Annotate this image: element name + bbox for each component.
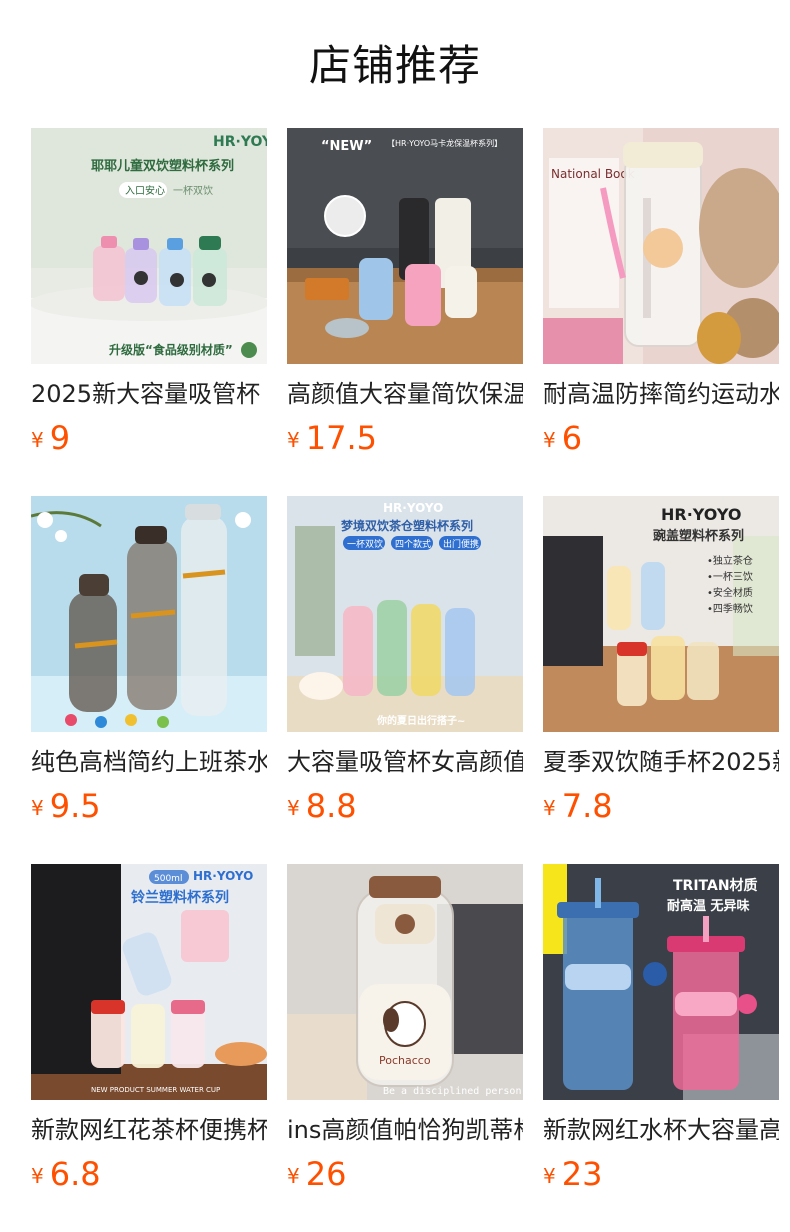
image-headline-text: 梦境双饮茶仓塑料杯系列	[341, 518, 473, 533]
page-title: 店铺推荐	[308, 41, 481, 90]
product-name[interactable]: 夏季双饮随手杯2025新款	[543, 744, 779, 780]
image-tag-text: 四个款式	[395, 538, 431, 550]
image-brand-text: HR·YOYO	[193, 869, 253, 883]
price-value: 6.8	[49, 1155, 101, 1193]
image-brand-text: HR·YOYO	[383, 501, 443, 515]
product-name[interactable]: ins高颜值帕恰狗凯蒂杯子	[287, 1112, 523, 1148]
image-footer-text: NEW PRODUCT SUMMER WATER CUP	[91, 1086, 220, 1094]
product-card[interactable]: HR·YOYO 豌盖塑料杯系列 •独立茶仓 •一杯三饮 •安全材质 •四季畅饮 …	[543, 496, 779, 836]
product-price: ¥6	[543, 418, 582, 458]
image-subline-text: 耐高温 无异味	[667, 898, 750, 914]
price-value: 6	[561, 419, 583, 457]
image-brand-text: HR·YOYO	[213, 134, 267, 150]
currency-symbol: ¥	[31, 428, 44, 452]
product-card[interactable]: National Book 耐高温防摔简约运动水杯 ¥6	[543, 128, 779, 468]
product-price: ¥9.5	[31, 786, 101, 826]
image-feature-text: •四季畅饮	[707, 602, 753, 615]
currency-symbol: ¥	[543, 796, 556, 820]
product-name[interactable]: 新款网红水杯大容量高颜值	[543, 1112, 779, 1148]
image-badge-text: “NEW”	[321, 139, 372, 154]
product-price: ¥23	[543, 1154, 602, 1194]
product-card[interactable]: TRITAN材质 耐高温 无异味 新款网红水杯大容量高颜值 ¥23	[543, 864, 779, 1204]
product-image[interactable]: Pochacco Be a disciplined person	[287, 864, 523, 1100]
product-name[interactable]: 新款网红花茶杯便携杯子	[31, 1112, 267, 1148]
product-price: ¥26	[287, 1154, 346, 1194]
image-footer-text: 你的夏日出行搭子~	[376, 714, 465, 727]
product-image[interactable]: 500ml HR·YOYO 铃兰塑料杯系列 NEW PRODUCT SUMMER…	[31, 864, 267, 1100]
price-value: 7.8	[561, 787, 613, 825]
image-tag-text: 出门便携	[443, 538, 479, 550]
image-capacity-text: 500ml	[154, 874, 182, 884]
price-value: 17.5	[305, 419, 377, 457]
image-headline-text: 豌盖塑料杯系列	[653, 528, 744, 544]
product-name[interactable]: 2025新大容量吸管杯	[31, 376, 267, 412]
product-card[interactable]: HR·YOYO 耶耶儿童双饮塑料杯系列 入口安心 一杯双饮 升级版“食品级别材质…	[31, 128, 267, 468]
currency-symbol: ¥	[543, 428, 556, 452]
product-image[interactable]: HR·YOYO 梦境双饮茶仓塑料杯系列 一杯双饮 四个款式 出门便携 你的夏日出…	[287, 496, 523, 732]
image-label-text: Pochacco	[379, 1054, 431, 1067]
image-headline-text: 耶耶儿童双饮塑料杯系列	[91, 158, 234, 174]
product-name[interactable]: 耐高温防摔简约运动水杯	[543, 376, 779, 412]
product-image[interactable]: HR·YOYO 豌盖塑料杯系列 •独立茶仓 •一杯三饮 •安全材质 •四季畅饮	[543, 496, 779, 732]
product-name[interactable]: 纯色高档简约上班茶水杯	[31, 744, 267, 780]
image-feature-text: •独立茶仓	[707, 554, 753, 567]
image-footer-text: 升级版“食品级别材质”	[109, 342, 233, 357]
image-brand-text: HR·YOYO	[661, 505, 741, 524]
product-price: ¥6.8	[31, 1154, 101, 1194]
price-value: 8.8	[305, 787, 357, 825]
image-headline-text: TRITAN材质	[673, 877, 758, 894]
currency-symbol: ¥	[31, 796, 44, 820]
product-name[interactable]: 高颜值大容量简饮保温	[287, 376, 523, 412]
product-image[interactable]	[31, 496, 267, 732]
product-image[interactable]: “NEW” 【HR·YOYO马卡龙保温杯系列】	[287, 128, 523, 364]
currency-symbol: ¥	[287, 796, 300, 820]
product-image[interactable]: TRITAN材质 耐高温 无异味	[543, 864, 779, 1100]
image-tag-text: 入口安心	[125, 184, 165, 197]
product-card[interactable]: Pochacco Be a disciplined person ins高颜值帕…	[287, 864, 523, 1204]
product-price: ¥7.8	[543, 786, 613, 826]
image-feature-text: •一杯三饮	[707, 570, 753, 583]
product-price: ¥17.5	[287, 418, 377, 458]
currency-symbol: ¥	[543, 1164, 556, 1188]
image-caption-text: Be a disciplined person	[383, 1086, 521, 1097]
currency-symbol: ¥	[287, 1164, 300, 1188]
product-image[interactable]: HR·YOYO 耶耶儿童双饮塑料杯系列 入口安心 一杯双饮 升级版“食品级别材质…	[31, 128, 267, 364]
product-price: ¥8.8	[287, 786, 357, 826]
currency-symbol: ¥	[31, 1164, 44, 1188]
image-headline-text: 【HR·YOYO马卡龙保温杯系列】	[387, 138, 502, 148]
product-price: ¥9	[31, 418, 70, 458]
image-headline-text: 铃兰塑料杯系列	[131, 889, 229, 906]
image-tag-text: 一杯双饮	[347, 538, 383, 550]
product-card[interactable]: 纯色高档简约上班茶水杯 ¥9.5	[31, 496, 267, 836]
product-card[interactable]: “NEW” 【HR·YOYO马卡龙保温杯系列】 高颜值大容量简饮保温 ¥17.5	[287, 128, 523, 468]
price-value: 9.5	[49, 787, 101, 825]
image-tag-text: 一杯双饮	[173, 184, 213, 197]
image-feature-text: •安全材质	[707, 586, 753, 599]
price-value: 26	[305, 1155, 347, 1193]
price-value: 9	[49, 419, 71, 457]
product-card[interactable]: HR·YOYO 梦境双饮茶仓塑料杯系列 一杯双饮 四个款式 出门便携 你的夏日出…	[287, 496, 523, 836]
price-value: 23	[561, 1155, 603, 1193]
currency-symbol: ¥	[287, 428, 300, 452]
product-name[interactable]: 大容量吸管杯女高颜值杯	[287, 744, 523, 780]
image-book-text: National Book	[551, 167, 635, 181]
product-image[interactable]: National Book	[543, 128, 779, 364]
product-card[interactable]: 500ml HR·YOYO 铃兰塑料杯系列 NEW PRODUCT SUMMER…	[31, 864, 267, 1204]
